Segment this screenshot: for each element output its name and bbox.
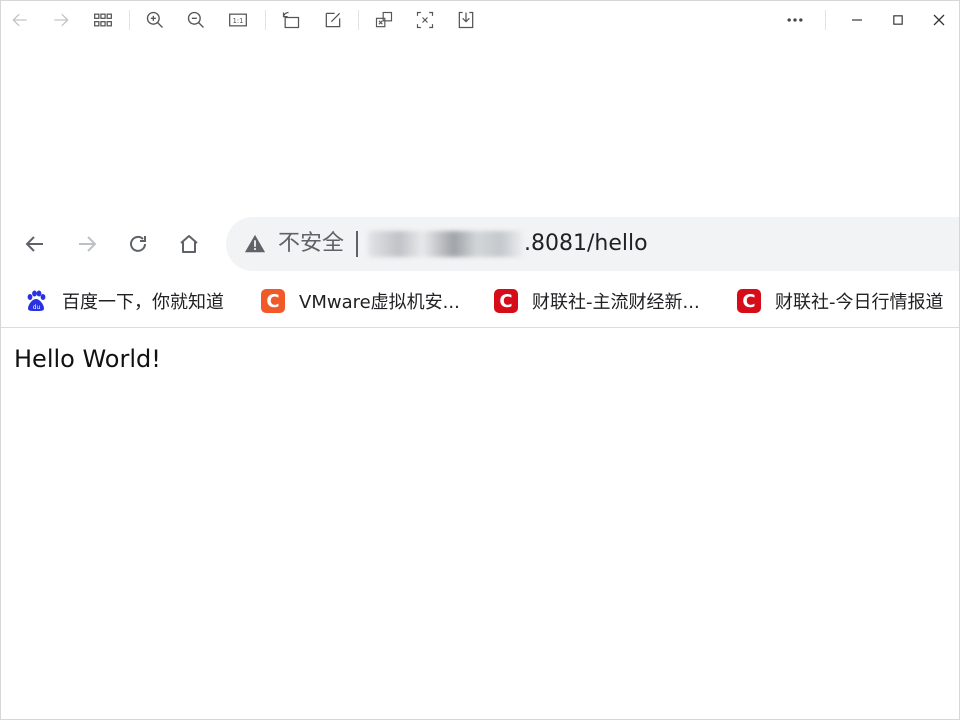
- bookmark-label: 财联社-主流财经新...: [532, 292, 700, 313]
- minimize-icon[interactable]: [843, 6, 871, 34]
- warning-icon[interactable]: [244, 233, 266, 255]
- bookmark-cls-market[interactable]: C 财联社-今日行情报道: [737, 286, 944, 316]
- browser-back-icon[interactable]: [18, 227, 52, 261]
- bookmark-vmware[interactable]: C VMware虚拟机安...: [261, 286, 460, 316]
- text-extract-icon[interactable]: [411, 6, 439, 34]
- svg-text:du: du: [33, 304, 41, 311]
- reload-icon[interactable]: [121, 227, 155, 261]
- actual-size-icon[interactable]: 1:1: [224, 6, 252, 34]
- redacted-host: [368, 231, 524, 257]
- c-logo-icon: C: [494, 289, 518, 313]
- browser-forward-icon[interactable]: [70, 227, 104, 261]
- browser-nav-bar: 不安全 .8081/hello: [0, 215, 960, 273]
- c-logo-icon: C: [261, 289, 285, 313]
- home-icon[interactable]: [172, 227, 206, 261]
- download-icon[interactable]: [452, 6, 480, 34]
- zoom-out-icon[interactable]: [182, 6, 210, 34]
- baidu-paw-icon: du: [24, 289, 48, 313]
- maximize-icon[interactable]: [884, 6, 912, 34]
- bookmarks-bar: du 百度一下，你就知道 C VMware虚拟机安... C 财联社-主流财经新…: [0, 280, 960, 322]
- bookmark-baidu[interactable]: du 百度一下，你就知道: [24, 286, 224, 316]
- address-bar[interactable]: 不安全 .8081/hello: [226, 217, 960, 271]
- not-secure-label[interactable]: 不安全: [278, 229, 344, 259]
- url-text[interactable]: .8081/hello: [524, 229, 648, 259]
- url-divider: [356, 231, 358, 257]
- grid-icon[interactable]: [89, 6, 117, 34]
- c-logo-icon: C: [737, 289, 761, 313]
- more-icon[interactable]: [781, 6, 809, 34]
- image-transform-icon[interactable]: [370, 6, 398, 34]
- bookmark-label: 百度一下，你就知道: [62, 292, 224, 313]
- bookmark-label: VMware虚拟机安...: [299, 292, 460, 313]
- chrome-divider: [0, 327, 960, 328]
- page-content-text: Hello World!: [14, 345, 161, 373]
- zoom-in-icon[interactable]: [141, 6, 169, 34]
- bookmark-label: 财联社-今日行情报道: [775, 292, 944, 313]
- edit-icon[interactable]: [319, 6, 347, 34]
- actual-size-label: 1:1: [233, 17, 244, 25]
- forward-arrow-icon[interactable]: [47, 6, 75, 34]
- viewer-toolbar: 1:1: [0, 0, 960, 40]
- close-icon[interactable]: [925, 6, 953, 34]
- back-arrow-icon[interactable]: [6, 6, 34, 34]
- rotate-icon[interactable]: [277, 6, 305, 34]
- bookmark-cls-news[interactable]: C 财联社-主流财经新...: [494, 286, 700, 316]
